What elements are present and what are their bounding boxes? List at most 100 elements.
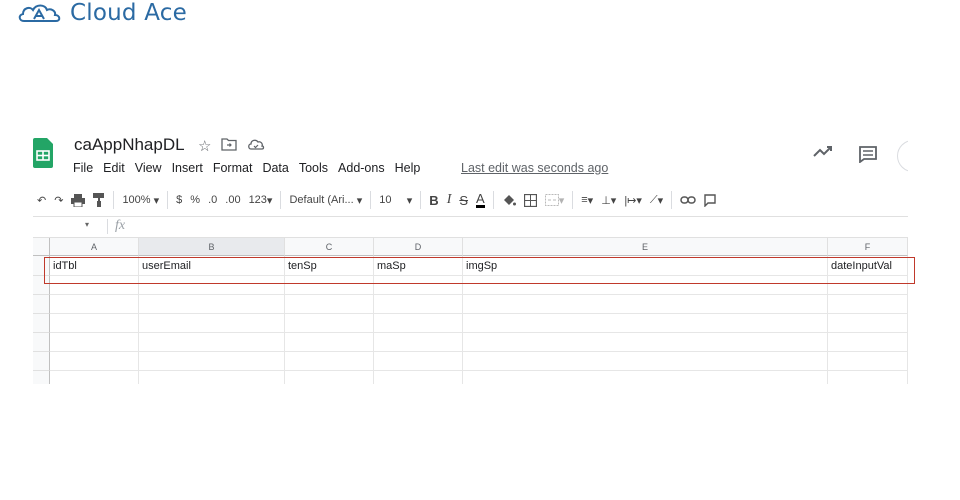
chevron-down-icon: ▾	[356, 194, 363, 207]
currency-button[interactable]: $	[172, 194, 186, 206]
empty-cell[interactable]	[285, 371, 374, 384]
menu-tools[interactable]: Tools	[299, 161, 328, 175]
empty-cell[interactable]	[463, 371, 828, 384]
empty-cell[interactable]	[285, 295, 374, 314]
empty-cell[interactable]	[828, 352, 908, 371]
merge-cells-icon[interactable]: ▾	[541, 194, 569, 207]
name-box[interactable]: 7 ▾	[33, 220, 89, 232]
increase-decimal-button[interactable]: .00	[221, 194, 244, 206]
row-header[interactable]	[33, 314, 50, 333]
strikethrough-button[interactable]: S	[455, 193, 472, 208]
menu-insert[interactable]: Insert	[172, 161, 203, 175]
chevron-down-icon: ▾	[406, 194, 413, 207]
empty-cell[interactable]	[463, 295, 828, 314]
menu-addons[interactable]: Add-ons	[338, 161, 385, 175]
text-wrap-icon[interactable]: |↦ ▾	[620, 194, 646, 207]
insert-comment-icon[interactable]	[700, 193, 720, 207]
empty-cell[interactable]	[50, 333, 139, 352]
empty-cell[interactable]	[828, 333, 908, 352]
move-folder-icon[interactable]	[221, 137, 238, 151]
fx-icon: fx	[115, 218, 126, 233]
italic-button[interactable]: I	[443, 192, 456, 208]
column-header-b[interactable]: B	[139, 238, 285, 256]
zoom-select[interactable]: 100% ▾	[118, 194, 163, 207]
star-icon[interactable]: ☆	[198, 137, 211, 155]
font-value: Default (Ari...	[289, 194, 354, 206]
font-select[interactable]: Default (Ari... ▾	[285, 194, 366, 207]
chevron-down-icon: ▾	[636, 194, 642, 207]
last-edit-link[interactable]: Last edit was seconds ago	[461, 161, 608, 175]
empty-cell[interactable]	[285, 314, 374, 333]
header-row-highlight	[44, 257, 915, 284]
empty-cell[interactable]	[828, 295, 908, 314]
column-header-a[interactable]: A	[50, 238, 139, 256]
row-header[interactable]	[33, 333, 50, 352]
redo-icon[interactable]: ↷	[50, 194, 67, 207]
text-color-button[interactable]: A	[476, 192, 485, 208]
cloud-ace-logo: Cloud Ace	[18, 0, 187, 26]
share-button[interactable]	[897, 140, 908, 172]
insert-link-icon[interactable]	[676, 195, 700, 205]
empty-cell[interactable]	[50, 295, 139, 314]
cloud-status-icon[interactable]	[247, 137, 265, 151]
row-header[interactable]	[33, 295, 50, 314]
chevron-down-icon: ▾	[85, 220, 90, 229]
empty-cell[interactable]	[139, 333, 285, 352]
menu-edit[interactable]: Edit	[103, 161, 125, 175]
more-formats-label: 123	[248, 194, 267, 206]
activity-trend-icon[interactable]	[813, 144, 833, 158]
empty-cell[interactable]	[139, 371, 285, 384]
empty-cell[interactable]	[463, 333, 828, 352]
row-header[interactable]	[33, 371, 50, 384]
column-header-d[interactable]: D	[374, 238, 463, 256]
empty-cell[interactable]	[139, 314, 285, 333]
vertical-align-icon[interactable]: ⊥ ▾	[597, 194, 620, 207]
empty-cell[interactable]	[463, 314, 828, 333]
empty-cell[interactable]	[50, 371, 139, 384]
undo-icon[interactable]: ↶	[33, 194, 50, 207]
print-icon[interactable]	[67, 193, 89, 207]
row-header[interactable]	[33, 352, 50, 371]
menu-help[interactable]: Help	[395, 161, 421, 175]
font-size-select[interactable]: 10 ▾	[375, 194, 416, 207]
empty-cell[interactable]	[828, 314, 908, 333]
empty-cell[interactable]	[828, 371, 908, 384]
menu-view[interactable]: View	[135, 161, 162, 175]
empty-cell[interactable]	[463, 352, 828, 371]
empty-cell[interactable]	[50, 314, 139, 333]
percent-button[interactable]: %	[186, 194, 204, 206]
empty-cell[interactable]	[285, 333, 374, 352]
menu-file[interactable]: File	[73, 161, 93, 175]
menu-data[interactable]: Data	[262, 161, 288, 175]
menu-bar: File Edit View Insert Format Data Tools …	[73, 161, 430, 175]
empty-cell[interactable]	[374, 314, 463, 333]
menu-format[interactable]: Format	[213, 161, 253, 175]
fill-color-icon[interactable]	[498, 194, 520, 207]
google-sheets-icon[interactable]	[33, 138, 53, 168]
empty-cell[interactable]	[374, 333, 463, 352]
empty-cell[interactable]	[50, 352, 139, 371]
more-formats-select[interactable]: 123 ▾	[245, 194, 277, 207]
toolbar-divider	[572, 191, 574, 209]
toolbar-divider	[280, 191, 282, 209]
empty-cell[interactable]	[285, 352, 374, 371]
paint-format-icon[interactable]	[89, 193, 109, 207]
empty-cell[interactable]	[139, 352, 285, 371]
bold-button[interactable]: B	[425, 193, 442, 208]
column-header-f[interactable]: F	[828, 238, 908, 256]
text-rotation-icon[interactable]: ⟋ ▾	[646, 194, 667, 207]
empty-cell[interactable]	[374, 295, 463, 314]
empty-cell[interactable]	[139, 295, 285, 314]
formula-input[interactable]	[133, 217, 903, 237]
comments-icon[interactable]	[858, 145, 878, 163]
document-title[interactable]: caAppNhapDL	[74, 135, 185, 155]
column-header-c[interactable]: C	[285, 238, 374, 256]
column-header-e[interactable]: E	[463, 238, 828, 256]
toolbar-divider	[420, 191, 422, 209]
select-all-corner[interactable]	[33, 238, 50, 256]
empty-cell[interactable]	[374, 352, 463, 371]
horizontal-align-icon[interactable]: ≡ ▾	[577, 194, 597, 207]
empty-cell[interactable]	[374, 371, 463, 384]
decrease-decimal-button[interactable]: .0	[204, 194, 221, 206]
borders-icon[interactable]	[520, 193, 541, 207]
